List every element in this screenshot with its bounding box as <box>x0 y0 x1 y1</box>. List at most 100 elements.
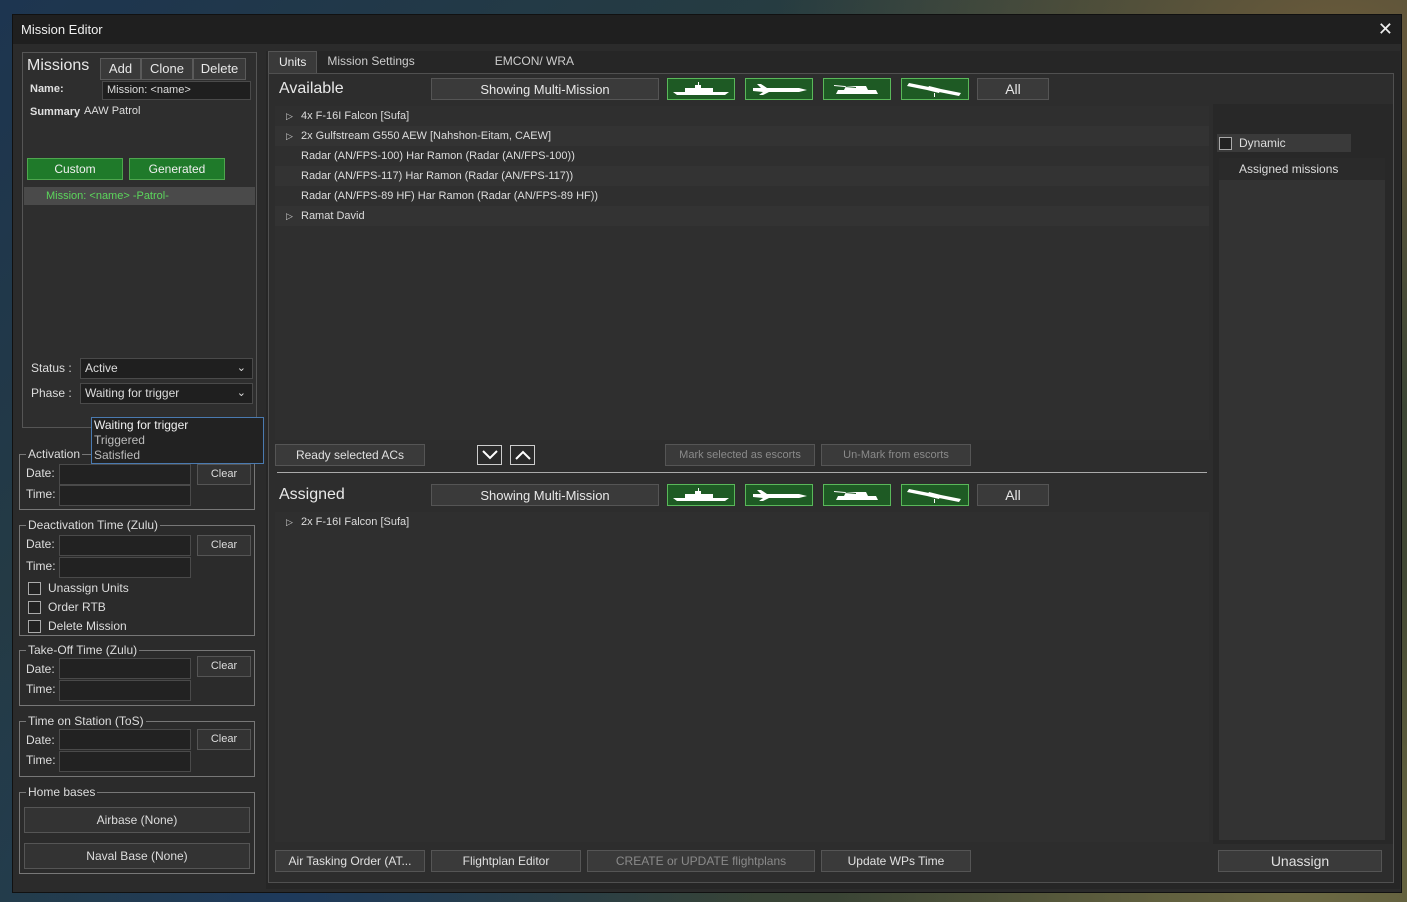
phase-option[interactable]: Waiting for trigger <box>92 418 263 433</box>
activation-clear-button[interactable]: Clear <box>197 464 251 485</box>
list-item[interactable]: ▷ Ramat David <box>275 206 1209 226</box>
mission-list-item[interactable]: Mission: <name> -Patrol- <box>24 187 255 205</box>
activation-time-input[interactable] <box>59 485 191 506</box>
aircraft-icon[interactable] <box>745 484 813 506</box>
available-all-button[interactable]: All <box>977 78 1049 100</box>
takeoff-date-input[interactable] <box>59 658 191 679</box>
tab-units[interactable]: Units <box>268 51 318 73</box>
checkbox-box[interactable] <box>28 600 41 614</box>
left-panel: Missions Add Clone Delete Name: Mission:… <box>19 51 264 889</box>
unit-label: 2x F-16I Falcon [Sufa] <box>301 516 410 528</box>
mark-escorts-button[interactable]: Mark selected as escorts <box>665 444 815 466</box>
side-panel: Dynamic Assigned missions <box>1213 104 1393 844</box>
checkbox-label: Delete Mission <box>48 619 127 633</box>
missions-title: Missions <box>27 57 90 74</box>
tab-bar: Units Mission Settings EMCON/ WRA <box>268 51 584 73</box>
unassign-units-checkbox[interactable]: Unassign Units <box>28 581 129 595</box>
ready-selected-button[interactable]: Ready selected ACs <box>275 444 425 466</box>
expand-icon[interactable]: ▷ <box>286 106 293 126</box>
unmark-escorts-button[interactable]: Un-Mark from escorts <box>821 444 971 466</box>
tab-emcon[interactable]: EMCON/ WRA <box>485 51 584 73</box>
tank-icon[interactable] <box>823 78 891 100</box>
takeoff-group: Take-Off Time (Zulu) Date: Time: Clear <box>19 643 255 706</box>
deactivation-title: Deactivation Time (Zulu) <box>26 518 161 532</box>
tos-group: Time on Station (ToS) Date: Time: Clear <box>19 714 255 777</box>
aircraft-icon[interactable] <box>745 78 813 100</box>
checkbox-box[interactable] <box>28 619 41 633</box>
name-label: Name: <box>30 83 64 95</box>
list-item[interactable]: ▷ 4x F-16I Falcon [Sufa] <box>275 106 1209 126</box>
available-showing-button[interactable]: Showing Multi-Mission <box>431 78 659 100</box>
time-label: Time: <box>26 487 56 501</box>
deactivation-date-input[interactable] <box>59 535 191 556</box>
available-unit-list: ▷ 4x F-16I Falcon [Sufa] ▷ 2x Gulfstream G… <box>275 106 1209 440</box>
close-icon[interactable]: ✕ <box>1378 19 1393 40</box>
assigned-showing-button[interactable]: Showing Multi-Mission <box>431 484 659 506</box>
dynamic-checkbox[interactable]: Dynamic <box>1217 134 1351 152</box>
assigned-unit-list: ▷ 2x F-16I Falcon [Sufa] <box>275 512 1209 842</box>
deactivation-group: Deactivation Time (Zulu) Date: Time: Cle… <box>19 518 255 636</box>
unassign-button[interactable]: Unassign <box>1218 850 1382 872</box>
create-flightplans-button[interactable]: CREATE or UPDATE flightplans <box>587 850 815 872</box>
tank-icon[interactable] <box>823 484 891 506</box>
naval-base-button[interactable]: Naval Base (None) <box>24 843 250 869</box>
summary-label: Summary <box>30 106 81 118</box>
move-down-icon[interactable] <box>477 445 502 465</box>
unit-label: 4x F-16I Falcon [Sufa] <box>301 110 410 122</box>
takeoff-time-input[interactable] <box>59 680 191 701</box>
status-label: Status : <box>31 361 72 375</box>
custom-button[interactable]: Custom <box>27 158 123 180</box>
tos-clear-button[interactable]: Clear <box>197 729 251 750</box>
deactivation-clear-button[interactable]: Clear <box>197 535 251 556</box>
expand-icon[interactable]: ▷ <box>286 206 293 226</box>
activation-title: Activation <box>26 447 83 461</box>
unit-label: Radar (AN/FPS-117) Har Ramon (Radar (AN/… <box>301 170 574 182</box>
list-item[interactable]: ▷ 2x Gulfstream G550 AEW [Nahshon-Eitam, … <box>275 126 1209 146</box>
list-item[interactable]: Radar (AN/FPS-117) Har Ramon (Radar (AN/… <box>275 166 1209 186</box>
window-title: Mission Editor <box>21 22 103 37</box>
ato-button[interactable]: Air Tasking Order (AT... <box>275 850 425 872</box>
airbase-button[interactable]: Airbase (None) <box>24 807 250 833</box>
tab-mission-settings[interactable]: Mission Settings <box>317 51 424 73</box>
list-item[interactable]: ▷ 2x F-16I Falcon [Sufa] <box>275 512 1209 532</box>
takeoff-clear-button[interactable]: Clear <box>197 656 251 677</box>
add-mission-button[interactable]: Add <box>100 58 141 80</box>
clone-mission-button[interactable]: Clone <box>141 58 193 80</box>
checkbox-box[interactable] <box>28 581 41 595</box>
phase-option[interactable]: Satisfied <box>92 448 263 463</box>
delete-mission-button[interactable]: Delete <box>193 58 246 80</box>
activation-date-input[interactable] <box>59 464 191 485</box>
tos-date-input[interactable] <box>59 729 191 750</box>
expand-icon[interactable]: ▷ <box>286 126 293 146</box>
ship-icon[interactable] <box>667 78 735 100</box>
satellite-icon[interactable] <box>901 78 969 100</box>
generated-button[interactable]: Generated <box>129 158 225 180</box>
delete-mission-checkbox[interactable]: Delete Mission <box>28 619 127 633</box>
update-wps-button[interactable]: Update WPs Time <box>821 850 971 872</box>
checkbox-box[interactable] <box>1219 136 1232 150</box>
phase-option[interactable]: Triggered <box>92 433 263 448</box>
available-title: Available <box>279 80 344 97</box>
assigned-title: Assigned <box>279 486 345 503</box>
assigned-all-button[interactable]: All <box>977 484 1049 506</box>
list-item[interactable]: Radar (AN/FPS-89 HF) Har Ramon (Radar (A… <box>275 186 1209 206</box>
phase-select[interactable]: Waiting for trigger ⌄ <box>80 383 253 404</box>
mission-name-field[interactable]: Mission: <name> <box>102 81 251 100</box>
deactivation-time-input[interactable] <box>59 557 191 578</box>
ship-icon[interactable] <box>667 484 735 506</box>
status-select[interactable]: Active ⌄ <box>80 358 253 379</box>
date-label: Date: <box>26 662 55 676</box>
move-up-icon[interactable] <box>510 445 535 465</box>
list-item[interactable]: Radar (AN/FPS-100) Har Ramon (Radar (AN/… <box>275 146 1209 166</box>
satellite-icon[interactable] <box>901 484 969 506</box>
chevron-down-icon: ⌄ <box>236 387 246 399</box>
flightplan-editor-button[interactable]: Flightplan Editor <box>431 850 581 872</box>
expand-icon[interactable]: ▷ <box>286 512 293 532</box>
takeoff-title: Take-Off Time (Zulu) <box>26 643 140 657</box>
unit-label: Radar (AN/FPS-100) Har Ramon (Radar (AN/… <box>301 150 575 162</box>
tos-time-input[interactable] <box>59 751 191 772</box>
checkbox-label: Order RTB <box>48 600 106 614</box>
order-rtb-checkbox[interactable]: Order RTB <box>28 600 106 614</box>
date-label: Date: <box>26 466 55 480</box>
units-frame: Available Showing Multi-Mission All ▷ 4x … <box>268 73 1394 883</box>
